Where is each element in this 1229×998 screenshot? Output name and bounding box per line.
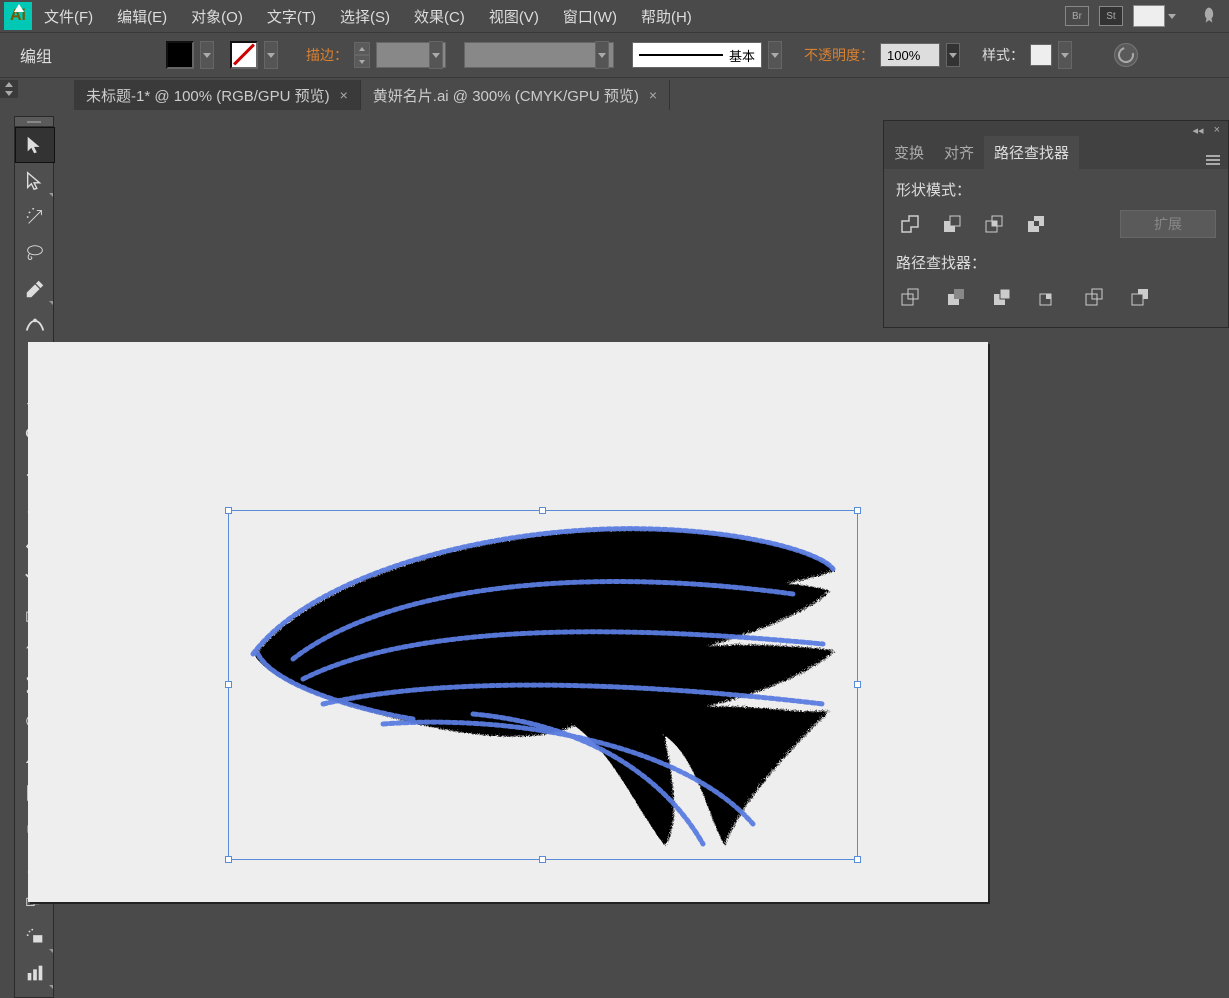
menu-view[interactable]: 视图(V) xyxy=(477,0,551,32)
style-well[interactable] xyxy=(1030,44,1052,66)
stroke-weight-stepper[interactable] xyxy=(354,42,370,68)
artboard[interactable] xyxy=(28,342,988,902)
symbol-sprayer-tool[interactable] xyxy=(15,919,55,955)
selection-type-label: 编组 xyxy=(8,43,64,67)
fill-color-well[interactable] xyxy=(166,41,194,69)
workspace-switcher[interactable] xyxy=(1133,5,1165,27)
artwork[interactable] xyxy=(233,514,853,854)
brush-name: 基本 xyxy=(729,46,755,65)
intersect-button[interactable] xyxy=(980,210,1008,238)
crop-button[interactable] xyxy=(1034,283,1062,311)
pathfinders-label: 路径查找器： xyxy=(896,252,1216,273)
handle-top-right[interactable] xyxy=(854,507,861,514)
menu-type[interactable]: 文字(T) xyxy=(255,0,328,32)
handle-top-left[interactable] xyxy=(225,507,232,514)
close-icon[interactable]: × xyxy=(649,87,657,103)
brush-definition[interactable]: 基本 xyxy=(632,42,762,68)
style-label: 样式： xyxy=(982,45,1024,65)
close-icon[interactable]: × xyxy=(340,87,348,103)
unite-button[interactable] xyxy=(896,210,924,238)
stroke-profile-input[interactable] xyxy=(465,44,595,66)
minus-front-button[interactable] xyxy=(938,210,966,238)
opacity-dropdown[interactable] xyxy=(946,43,960,67)
menu-object[interactable]: 对象(O) xyxy=(179,0,255,32)
handle-top-mid[interactable] xyxy=(539,507,546,514)
opacity-field[interactable]: 100% xyxy=(880,43,940,67)
magic-wand-tool[interactable] xyxy=(15,199,55,235)
panel-menu-icon[interactable] xyxy=(1198,151,1228,169)
app-icon: Ai xyxy=(4,2,32,30)
brush-dropdown[interactable] xyxy=(768,41,782,69)
main-area: T xyxy=(0,112,1229,974)
handle-bot-left[interactable] xyxy=(225,856,232,863)
menu-edit[interactable]: 编辑(E) xyxy=(105,0,179,32)
document-tab-2[interactable]: 黄妍名片.ai @ 300% (CMYK/GPU 预览) × xyxy=(361,80,670,110)
tab-title: 黄妍名片.ai @ 300% (CMYK/GPU 预览) xyxy=(373,85,639,106)
menu-select[interactable]: 选择(S) xyxy=(328,0,402,32)
fill-dropdown[interactable] xyxy=(200,41,214,69)
handle-mid-left[interactable] xyxy=(225,681,232,688)
minus-back-button[interactable] xyxy=(1126,283,1154,311)
pathfinder-panel: ◂◂ × 变换 对齐 路径查找器 形状模式： 扩展 路径查找器： xyxy=(883,120,1229,328)
stroke-label: 描边： xyxy=(306,45,348,65)
divide-button[interactable] xyxy=(896,283,924,311)
outline-button[interactable] xyxy=(1080,283,1108,311)
stroke-dropdown[interactable] xyxy=(264,41,278,69)
stroke-weight-combo[interactable] xyxy=(376,42,446,68)
document-tabs: 未标题-1* @ 100% (RGB/GPU 预览) × 黄妍名片.ai @ 3… xyxy=(0,78,1229,110)
handle-bot-mid[interactable] xyxy=(539,856,546,863)
shape-modes-label: 形状模式： xyxy=(896,179,1216,200)
recolor-artwork-button[interactable] xyxy=(1114,43,1138,67)
toolbox-grip[interactable] xyxy=(15,117,53,127)
column-graph-tool[interactable] xyxy=(15,955,55,991)
menu-window[interactable]: 窗口(W) xyxy=(551,0,629,32)
lasso-tool[interactable] xyxy=(15,235,55,271)
menu-file[interactable]: 文件(F) xyxy=(32,0,105,32)
search-docs-icon[interactable] xyxy=(1199,6,1219,26)
handle-mid-right[interactable] xyxy=(854,681,861,688)
menu-help[interactable]: 帮助(H) xyxy=(629,0,704,32)
style-dropdown[interactable] xyxy=(1058,41,1072,69)
opacity-label: 不透明度： xyxy=(804,45,874,65)
merge-button[interactable] xyxy=(988,283,1016,311)
exclude-button[interactable] xyxy=(1022,210,1050,238)
stroke-color-well[interactable] xyxy=(230,41,258,69)
dock-toggle[interactable] xyxy=(0,80,18,98)
tab-transform[interactable]: 变换 xyxy=(884,136,934,169)
curvature-tool[interactable] xyxy=(15,307,55,343)
menu-effect[interactable]: 效果(C) xyxy=(402,0,477,32)
control-bar: 编组 描边： 基本 不透明度： 100% 样式： xyxy=(0,32,1229,78)
direct-selection-tool[interactable] xyxy=(15,163,55,199)
stock-button[interactable]: St xyxy=(1099,6,1123,26)
brush-preview-icon xyxy=(639,54,723,56)
bridge-button[interactable]: Br xyxy=(1065,6,1089,26)
menu-bar: Ai 文件(F) 编辑(E) 对象(O) 文字(T) 选择(S) 效果(C) 视… xyxy=(0,0,1229,32)
expand-button[interactable]: 扩展 xyxy=(1120,210,1216,238)
document-tab-1[interactable]: 未标题-1* @ 100% (RGB/GPU 预览) × xyxy=(74,80,361,110)
selection-tool[interactable] xyxy=(15,127,55,163)
tab-align[interactable]: 对齐 xyxy=(934,136,984,169)
handle-bot-right[interactable] xyxy=(854,856,861,863)
close-icon[interactable]: × xyxy=(1214,124,1220,136)
collapse-icon[interactable]: ◂◂ xyxy=(1193,124,1204,137)
panel-tabs: 变换 对齐 路径查找器 xyxy=(884,139,1228,169)
pen-tool[interactable] xyxy=(15,271,55,307)
stroke-weight-input[interactable] xyxy=(377,44,429,66)
stroke-profile-combo[interactable] xyxy=(464,42,614,68)
tab-pathfinder[interactable]: 路径查找器 xyxy=(984,136,1079,169)
trim-button[interactable] xyxy=(942,283,970,311)
tab-title: 未标题-1* @ 100% (RGB/GPU 预览) xyxy=(86,85,330,106)
